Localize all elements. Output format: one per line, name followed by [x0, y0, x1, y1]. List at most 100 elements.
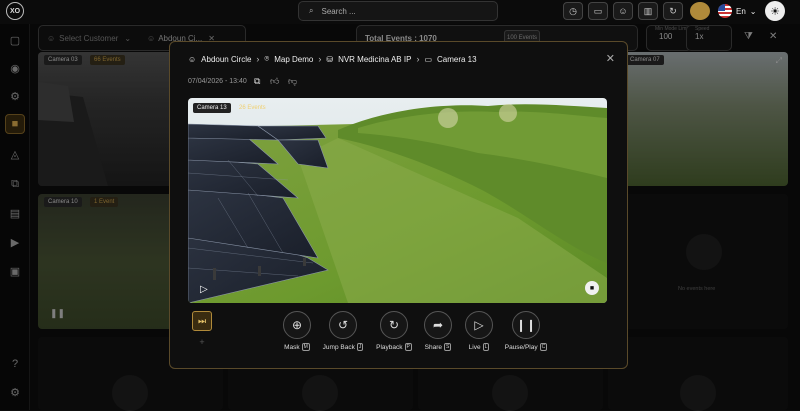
- sidebar: ▢ ◉ ⚙ ■ ◬ ⧉ ▤ ▶ ▣ ? ⚙: [0, 24, 30, 410]
- rewind-icon[interactable]: ↺: [329, 311, 357, 339]
- breadcrumb-camera: Camera 13: [437, 54, 477, 64]
- cat-placeholder-icon: [112, 375, 148, 411]
- user-icon[interactable]: ☺: [613, 2, 633, 20]
- close-modal-icon[interactable]: ✕: [606, 52, 615, 65]
- mask-control[interactable]: ⊕ Mask M: [271, 311, 323, 351]
- tile-camera-label: Camera 03: [44, 55, 82, 65]
- camera-icon: ▭: [424, 54, 432, 64]
- monitor-icon[interactable]: ▭: [588, 2, 608, 20]
- camera-tile[interactable]: Camera 07 ⤢: [620, 52, 788, 186]
- chevron-right-icon: ›: [416, 54, 420, 64]
- nvr-icon: ⛁: [326, 54, 334, 64]
- avatar[interactable]: [690, 2, 710, 20]
- person-icon: ☺: [188, 54, 197, 64]
- mask-label: Mask: [284, 343, 300, 351]
- shortcut-key: M: [301, 343, 310, 351]
- copy-icon[interactable]: ⧉: [254, 76, 260, 87]
- shortcut-key: L: [482, 343, 490, 351]
- breadcrumb: ☺ Abdoun Circle › ⌾ Map Demo › ⛁ NVR Med…: [188, 54, 477, 64]
- shortcut-key: J: [356, 343, 364, 351]
- shortcut-key: S: [444, 343, 452, 351]
- empty-tile: [608, 337, 788, 411]
- nodes-icon[interactable]: ⧉: [5, 174, 25, 194]
- event-timestamp: 07/04/2026 - 13:40: [188, 78, 247, 85]
- jump-back-control[interactable]: ↺ Jump Back J: [317, 311, 369, 351]
- refresh-icon[interactable]: ↻: [663, 2, 683, 20]
- close-icon[interactable]: ✕: [769, 31, 777, 42]
- customer-select[interactable]: Select Customer: [59, 34, 118, 43]
- settings-icon[interactable]: ⚙: [5, 382, 25, 402]
- filter-off-icon[interactable]: ⧩: [744, 31, 753, 42]
- play-icon[interactable]: ▷: [465, 311, 493, 339]
- location-pin-icon: ⌾: [264, 54, 270, 63]
- map-icon[interactable]: ▤: [5, 203, 25, 223]
- tile-event-badge: 1 Event: [90, 197, 119, 207]
- cat-placeholder-icon: [302, 375, 338, 411]
- live-control[interactable]: ▷ Live L: [453, 311, 505, 351]
- bag-icon[interactable]: ▣: [5, 261, 25, 281]
- chevron-right-icon: ›: [318, 54, 322, 64]
- camera-icon[interactable]: ■: [5, 114, 25, 134]
- expand-icon[interactable]: ⤢: [776, 56, 782, 66]
- recording-icon[interactable]: ■: [585, 281, 599, 295]
- gear-icon[interactable]: ⚙: [5, 86, 25, 106]
- top-bar: XO ⌕ Search ... ◷ ▭ ☺ ▥ ↻ En ⌄ ☀: [0, 0, 800, 24]
- pause-play-label: Pause/Play: [504, 343, 538, 351]
- speed-value[interactable]: 1x: [695, 32, 703, 41]
- person-icon: ☺: [147, 33, 156, 43]
- help-icon[interactable]: ?: [5, 354, 25, 374]
- eye-icon[interactable]: ◉: [5, 58, 25, 78]
- breadcrumb-map[interactable]: Map Demo: [274, 55, 313, 64]
- empty-tile: No events here: [620, 194, 788, 329]
- thumbs-down-icon[interactable]: 👎︎: [288, 76, 297, 87]
- language-selector[interactable]: En ⌄: [718, 4, 757, 18]
- search-box[interactable]: ⌕ Search ...: [298, 1, 498, 21]
- crosshair-icon[interactable]: +: [192, 332, 212, 352]
- us-flag-icon: [718, 4, 732, 18]
- camera-event-modal: ☺ Abdoun Circle › ⌾ Map Demo › ⛁ NVR Med…: [169, 41, 628, 369]
- replay-icon[interactable]: ↻: [380, 311, 408, 339]
- bell-icon[interactable]: ◬: [5, 144, 25, 164]
- shortcut-key: P: [404, 343, 412, 351]
- shortcut-key: C: [539, 343, 548, 351]
- solar-panel-thumbnail: [38, 82, 108, 186]
- live-label: Live: [468, 343, 481, 351]
- search-input[interactable]: Search ...: [321, 7, 355, 16]
- play-icon[interactable]: ▷: [200, 284, 208, 295]
- share-icon[interactable]: ➦: [424, 311, 452, 339]
- jump-back-label: Jump Back: [322, 343, 355, 351]
- camera-tile[interactable]: Camera 10 1 Event ❚❚: [38, 194, 174, 329]
- empty-text: No events here: [678, 286, 716, 292]
- chevron-down-icon: ⌄: [749, 6, 757, 16]
- pause-play-control[interactable]: ❙❙ Pause/Play C: [500, 311, 552, 351]
- person-icon: ☺: [47, 33, 56, 43]
- pause-icon[interactable]: ❙❙: [512, 311, 540, 339]
- chevron-down-icon: ⌄: [124, 33, 132, 43]
- language-label: En: [736, 6, 746, 16]
- search-icon: ⌕: [309, 6, 314, 15]
- clock-icon[interactable]: ◷: [563, 2, 583, 20]
- thumbs-up-icon[interactable]: 👍︎: [270, 76, 279, 87]
- tile-camera-label: Camera 07: [626, 55, 664, 65]
- camera-video-player[interactable]: Camera 13 26 Events ▷ ■: [188, 98, 607, 303]
- app-logo[interactable]: XO: [6, 2, 24, 20]
- pause-icon[interactable]: ❚❚: [50, 308, 65, 319]
- tile-event-badge: 66 Events: [90, 55, 125, 65]
- cat-placeholder-icon: [686, 234, 722, 270]
- video-camera-label: Camera 13: [193, 103, 231, 113]
- cat-placeholder-icon: [680, 375, 716, 411]
- breadcrumb-customer[interactable]: Abdoun Circle: [201, 55, 251, 64]
- playback-label: Playback: [376, 343, 403, 351]
- skip-to-end-icon[interactable]: ⏭: [192, 311, 212, 331]
- video-event-badge: 26 Events: [239, 105, 266, 111]
- globe-icon[interactable]: ⊕: [283, 311, 311, 339]
- building-icon[interactable]: ▥: [638, 2, 658, 20]
- breadcrumb-nvr[interactable]: NVR Medicina AB IP: [338, 55, 411, 64]
- solar-farm-video-frame: [188, 98, 607, 303]
- speed-select[interactable]: Speed 1x: [686, 25, 732, 51]
- camera-tile[interactable]: Camera 03 66 Events: [38, 52, 174, 186]
- min-mode-value[interactable]: 100: [659, 32, 672, 41]
- chat-icon[interactable]: ▢: [5, 30, 25, 50]
- play-video-icon[interactable]: ▶: [5, 232, 25, 252]
- theme-toggle-sun-icon[interactable]: ☀: [765, 1, 785, 21]
